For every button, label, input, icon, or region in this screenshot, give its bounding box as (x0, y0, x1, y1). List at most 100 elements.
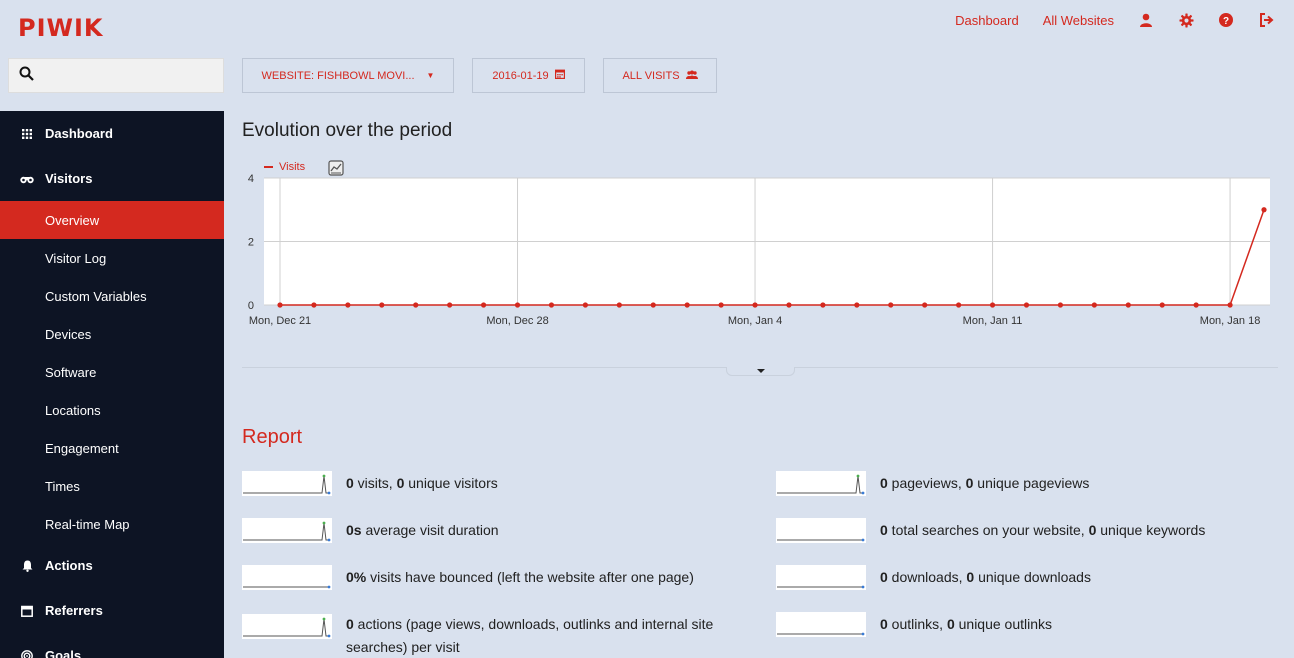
sidebar-section-visitors[interactable]: Visitors (0, 156, 224, 201)
sparkline (776, 612, 866, 637)
sidebar-item-real-time-map[interactable]: Real-time Map (0, 505, 224, 543)
visits-point (718, 302, 724, 308)
evolution-title: Evolution over the period (242, 120, 453, 141)
metric-actions-per-visit: 0 actions (page views, downloads, outlin… (242, 613, 742, 658)
website-selector[interactable]: WEBSITE: FISHBOWL MOVI... ▼ (242, 58, 454, 93)
sparkline-last-point (861, 585, 865, 589)
visits-point (548, 302, 555, 308)
sparkline-last-point (327, 585, 331, 589)
x-tick-label: Mon, Dec 28 (486, 315, 548, 327)
x-tick-label: Mon, Jan 4 (728, 315, 782, 327)
sidebar-item-times[interactable]: Times (0, 467, 224, 505)
metric-text: 0 visits, 0 unique visitors (346, 475, 498, 491)
website-selector-label: WEBSITE: FISHBOWL MOVI... (261, 69, 415, 82)
sparkline-max-point (856, 474, 860, 478)
visits-point (447, 302, 453, 308)
sidebar-item-visitor-log[interactable]: Visitor Log (0, 239, 224, 277)
visits-point (989, 302, 996, 308)
search-box[interactable] (8, 58, 224, 93)
visits-point (413, 302, 419, 308)
segment-selector[interactable]: ALL VISITS (603, 58, 717, 93)
metric-downloads: 0 downloads, 0 unique downloads (776, 565, 1276, 590)
metric-bounce-rate: 0% visits have bounced (left the website… (242, 565, 742, 590)
sparkline (242, 565, 332, 590)
sidebar-section-label: Referrers (45, 603, 103, 618)
visits-point (277, 302, 283, 308)
visits-point (1057, 302, 1064, 308)
visits-point (1159, 302, 1165, 308)
sparkline (242, 614, 332, 639)
svg-text:?: ? (1223, 16, 1229, 27)
visits-point (1227, 302, 1233, 308)
visits-point (345, 302, 351, 308)
metric-text: 0% visits have bounced (left the website… (346, 569, 694, 585)
sparkline-path (777, 475, 863, 494)
sidebar-section-referrers[interactable]: Referrers (0, 588, 224, 633)
metric-searches: 0 total searches on your website, 0 uniq… (776, 518, 1276, 543)
metric-outlinks: 0 outlinks, 0 unique outlinks (776, 612, 1276, 637)
visits-point (311, 302, 317, 308)
segment-selector-label: ALL VISITS (622, 69, 680, 82)
sidebar-item-software[interactable]: Software (0, 353, 224, 391)
dashboard-icon (20, 127, 34, 141)
target-icon (20, 649, 34, 658)
evolution-chart[interactable]: 0 2 4 Mon, Dec 21 Mon, Dec 28 Mon, Jan 4 Mon, … (242, 168, 1282, 333)
x-tick-label: Mon, Dec 21 (249, 315, 311, 327)
visits-point (820, 302, 826, 308)
sparkline-last-point (327, 491, 331, 495)
sidebar-section-label: Visitors (45, 171, 93, 186)
sparkline-max-point (322, 617, 326, 621)
date-selector[interactable]: 2016-01-19 (472, 58, 585, 93)
caret-down-icon: ▼ (426, 71, 435, 80)
sidebar-section-dashboard[interactable]: Dashboard (0, 111, 224, 156)
calendar-icon (20, 604, 34, 618)
sidebar-section-label: Actions (45, 558, 93, 573)
logout-icon[interactable] (1258, 12, 1274, 28)
x-tick-label: Mon, Jan 11 (963, 315, 1023, 327)
metric-text: 0s average visit duration (346, 522, 499, 538)
metric-text: 0 downloads, 0 unique downloads (880, 569, 1091, 585)
sparkline-last-point (861, 491, 865, 495)
sparkline-last-point (861, 538, 865, 542)
all-websites-link[interactable]: All Websites (1043, 13, 1114, 28)
help-icon[interactable]: ? (1218, 12, 1234, 28)
visits-point (956, 302, 962, 308)
y-tick-label: 4 (248, 173, 254, 185)
sidebar-section-actions[interactable]: Actions (0, 543, 224, 588)
calendar-icon (554, 69, 565, 82)
visits-point (922, 302, 928, 308)
sparkline (776, 518, 866, 543)
visits-point (1091, 302, 1097, 308)
search-input[interactable] (42, 68, 212, 83)
graph-expand-toggle[interactable] (726, 367, 795, 376)
visits-point (888, 302, 894, 308)
sidebar: Dashboard Visitors Overview Visitor Log … (0, 111, 224, 658)
dashboard-link[interactable]: Dashboard (955, 13, 1019, 28)
visits-point (1261, 207, 1267, 213)
metric-avg-duration: 0s average visit duration (242, 518, 742, 543)
sidebar-item-devices[interactable]: Devices (0, 315, 224, 353)
sparkline-last-point (861, 632, 865, 636)
y-tick-label: 2 (248, 237, 254, 249)
sparkline (242, 471, 332, 496)
sidebar-section-label: Dashboard (45, 126, 113, 141)
sidebar-item-custom-variables[interactable]: Custom Variables (0, 277, 224, 315)
sparkline-max-point (322, 521, 326, 525)
piwik-logo[interactable]: PIWIK (18, 14, 104, 42)
sidebar-item-overview[interactable]: Overview (0, 201, 224, 239)
sidebar-item-engagement[interactable]: Engagement (0, 429, 224, 467)
user-icon[interactable] (1138, 12, 1154, 28)
sidebar-section-goals[interactable]: Goals (0, 633, 224, 658)
gear-icon[interactable] (1178, 12, 1194, 28)
visits-point (616, 302, 622, 308)
evolution-chart-svg: 0 2 4 Mon, Dec 21 Mon, Dec 28 Mon, Jan 4 Mon, … (248, 173, 1270, 327)
visits-point (752, 302, 758, 308)
segment-icon (685, 70, 698, 82)
visits-point (582, 302, 588, 308)
metric-visits: 0 visits, 0 unique visitors (242, 471, 742, 496)
sparkline-path (243, 475, 329, 494)
sparkline (776, 471, 866, 496)
top-navigation: Dashboard All Websites ? (955, 12, 1274, 28)
sparkline-path (243, 618, 329, 637)
sidebar-item-locations[interactable]: Locations (0, 391, 224, 429)
